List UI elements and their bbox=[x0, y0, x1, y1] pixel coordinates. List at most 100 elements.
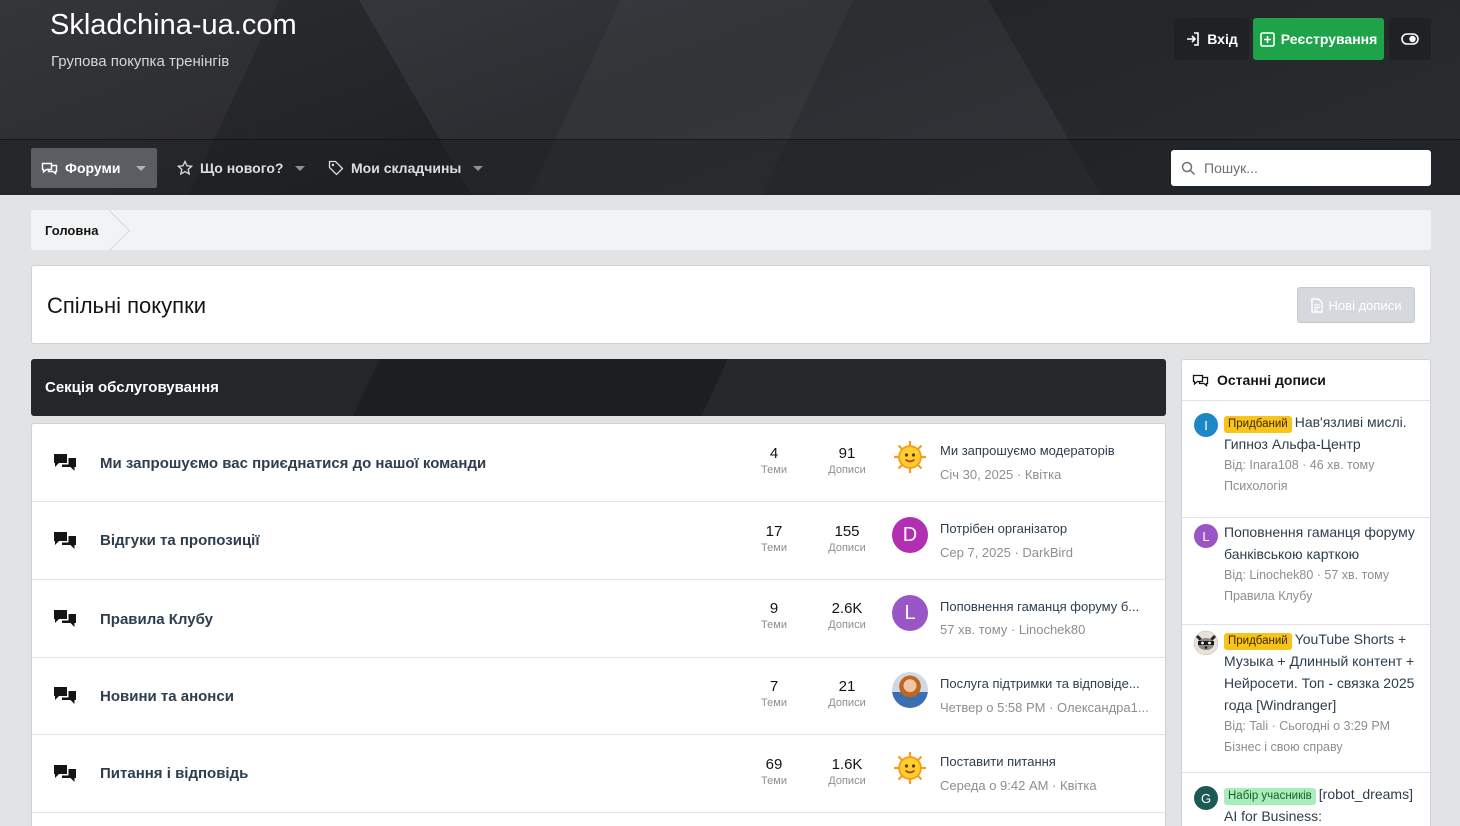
last-post-title[interactable]: Поставити питання bbox=[940, 754, 1150, 769]
last-post-title[interactable]: Ми запрошуємо модераторів bbox=[940, 443, 1150, 458]
latest-post-item: G Набір учасників [robot_dreams] AI for B… bbox=[1182, 773, 1430, 826]
latest-post-forum[interactable]: Бізнес і свою справу bbox=[1224, 737, 1422, 758]
latest-post-content: Придбаний YouTube Shorts + Музыка + Длинн… bbox=[1224, 628, 1422, 758]
avatar[interactable]: L bbox=[892, 595, 928, 631]
latest-post-meta: Від: Linochek80 · 57 хв. тому bbox=[1224, 568, 1390, 582]
forum-row: Відгуки та пропозиції 17 Теми 155 Дописи… bbox=[32, 502, 1165, 580]
forum-title[interactable]: Питання і відповідь bbox=[100, 765, 248, 782]
forum-posts-stat: 155 Дописи bbox=[817, 523, 877, 554]
register-label: Реєстрування bbox=[1280, 31, 1378, 47]
search-icon bbox=[1181, 161, 1196, 175]
latest-post-item: L Поповнення гаманця форуму банківською … bbox=[1182, 518, 1430, 625]
latest-post-forum[interactable]: Правила Клубу bbox=[1224, 586, 1422, 607]
status-badge: Придбаний bbox=[1224, 633, 1292, 650]
forum-title[interactable]: Правила Клубу bbox=[100, 611, 213, 628]
last-post-title[interactable]: Поповнення гаманця форуму б... bbox=[940, 599, 1150, 614]
forum-comments-icon bbox=[52, 763, 78, 790]
nav-my-skladchyny-label: Мои складчины bbox=[351, 160, 462, 176]
forum-posts-stat: 1.6K Дописи bbox=[817, 756, 877, 787]
page-title: Спільні покупки bbox=[47, 293, 206, 318]
new-posts-button[interactable]: Нові дописи bbox=[1297, 287, 1415, 323]
avatar[interactable]: D bbox=[892, 517, 928, 553]
sun-avatar-icon bbox=[894, 752, 926, 784]
posts-count: 155 bbox=[834, 523, 860, 540]
forum-comments-icon bbox=[52, 530, 78, 557]
last-post-title[interactable]: Потрібен організатор bbox=[940, 521, 1150, 536]
posts-label: Дописи bbox=[828, 542, 866, 554]
latest-post-content: Придбаний Нав'язливі мислі. Гипноз Альфа-… bbox=[1224, 411, 1422, 497]
forum-title[interactable]: Новини та анонси bbox=[100, 688, 234, 705]
forum-title[interactable]: Відгуки та пропозиції bbox=[100, 532, 260, 549]
topics-count: 17 bbox=[765, 523, 783, 540]
header-top: Skladchina-ua.com Групова покупка тренін… bbox=[0, 0, 1460, 139]
search-box[interactable] bbox=[1171, 150, 1431, 186]
login-button[interactable]: Вхід bbox=[1174, 18, 1249, 60]
site-header: Skladchina-ua.com Групова покупка тренін… bbox=[0, 0, 1460, 195]
theme-toggle-button[interactable] bbox=[1389, 18, 1431, 60]
last-post-meta: Січ 30, 2025 · Квітка bbox=[940, 467, 1062, 482]
forum-list: Ми запрошуємо вас приєднатися до нашої к… bbox=[31, 423, 1166, 826]
toggle-icon bbox=[1401, 33, 1419, 45]
login-icon bbox=[1187, 32, 1200, 46]
site-title[interactable]: Skladchina-ua.com bbox=[50, 9, 297, 42]
last-post-title[interactable]: Послуга підтримки та відповіде... bbox=[940, 676, 1150, 691]
posts-label: Дописи bbox=[828, 697, 866, 709]
latest-post-meta: Від: Inara108 · 46 хв. тому bbox=[1224, 458, 1375, 472]
status-badge: Придбаний bbox=[1224, 416, 1292, 433]
posts-label: Дописи bbox=[828, 464, 866, 476]
page-title-block: Спільні покупки Нові дописи bbox=[31, 265, 1431, 344]
sun-avatar-icon bbox=[894, 441, 926, 473]
avatar[interactable]: L bbox=[1194, 524, 1218, 548]
last-post-meta: Четвер о 5:58 PM · Олександра1... bbox=[940, 700, 1149, 715]
avatar[interactable]: I bbox=[1194, 413, 1218, 437]
last-post-meta: Сер 7, 2025 · DarkBird bbox=[940, 545, 1073, 560]
forum-row: Ми запрошуємо вас приєднатися до нашої к… bbox=[32, 424, 1165, 502]
comments-icon bbox=[1192, 374, 1209, 387]
breadcrumb: Головна bbox=[31, 210, 1431, 250]
latest-post-forum[interactable]: Психологія bbox=[1224, 476, 1422, 497]
chevron-down-icon[interactable] bbox=[136, 165, 147, 171]
latest-post-content: Набір учасників [robot_dreams] AI for Bus… bbox=[1224, 783, 1422, 826]
document-icon bbox=[1310, 297, 1323, 313]
forum-comments-icon bbox=[52, 608, 78, 635]
nav-tab-whats-new[interactable]: Що нового? bbox=[167, 148, 315, 188]
login-label: Вхід bbox=[1207, 31, 1238, 47]
forum-posts-stat: 91 Дописи bbox=[817, 445, 877, 476]
latest-post-title[interactable]: Поповнення гаманця форуму банківською ка… bbox=[1224, 524, 1415, 562]
forum-row: Питання і відповідь 69 Теми 1.6K Дописи … bbox=[32, 735, 1165, 813]
category-title[interactable]: Секція обслуговування bbox=[45, 379, 219, 396]
avatar[interactable] bbox=[892, 750, 928, 786]
topics-label: Теми bbox=[761, 619, 787, 631]
avatar[interactable]: G bbox=[1194, 786, 1218, 810]
forum-comments-icon bbox=[52, 452, 78, 479]
avatar[interactable] bbox=[892, 439, 928, 475]
posts-label: Дописи bbox=[828, 619, 866, 631]
forum-topics-stat: 7 Теми bbox=[744, 678, 804, 709]
posts-count: 2.6K bbox=[831, 600, 863, 617]
breadcrumb-home[interactable]: Головна bbox=[31, 210, 112, 250]
latest-post-item: I Придбаний Нав'язливі мислі. Гипноз Альф… bbox=[1182, 401, 1430, 518]
nav-tab-my-skladchyny[interactable]: Мои складчины bbox=[318, 148, 493, 188]
chevron-down-icon[interactable] bbox=[295, 165, 306, 171]
latest-posts-title[interactable]: Останні дописи bbox=[1217, 372, 1326, 388]
nav-tab-forums[interactable]: Форуми bbox=[31, 148, 157, 188]
nav-forums-label: Форуми bbox=[65, 160, 121, 176]
topics-label: Теми bbox=[761, 697, 787, 709]
posts-label: Дописи bbox=[828, 775, 866, 787]
last-post-meta: Середа о 9:42 AM · Квітка bbox=[940, 778, 1097, 793]
forum-title[interactable]: Ми запрошуємо вас приєднатися до нашої к… bbox=[100, 455, 486, 472]
category-header: Секція обслуговування bbox=[31, 359, 1166, 416]
forum-row: Правила Клубу 9 Теми 2.6K Дописи L Попов… bbox=[32, 580, 1165, 658]
plus-square-icon bbox=[1259, 31, 1275, 47]
forum-comments-icon bbox=[52, 685, 78, 712]
chevron-down-icon[interactable] bbox=[473, 165, 484, 171]
raccoon-avatar-icon[interactable] bbox=[1194, 631, 1218, 655]
search-input[interactable] bbox=[1204, 160, 1404, 176]
register-button[interactable]: Реєстрування bbox=[1253, 18, 1384, 60]
latest-post-meta: Від: Tali · Сьогодні о 3:29 PM bbox=[1224, 719, 1391, 733]
nav-whats-new-label: Що нового? bbox=[200, 160, 284, 176]
forum-topics-stat: 9 Теми bbox=[744, 600, 804, 631]
avatar-photo[interactable] bbox=[892, 672, 928, 708]
forum-topics-stat: 17 Теми bbox=[744, 523, 804, 554]
posts-count: 1.6K bbox=[831, 756, 863, 773]
